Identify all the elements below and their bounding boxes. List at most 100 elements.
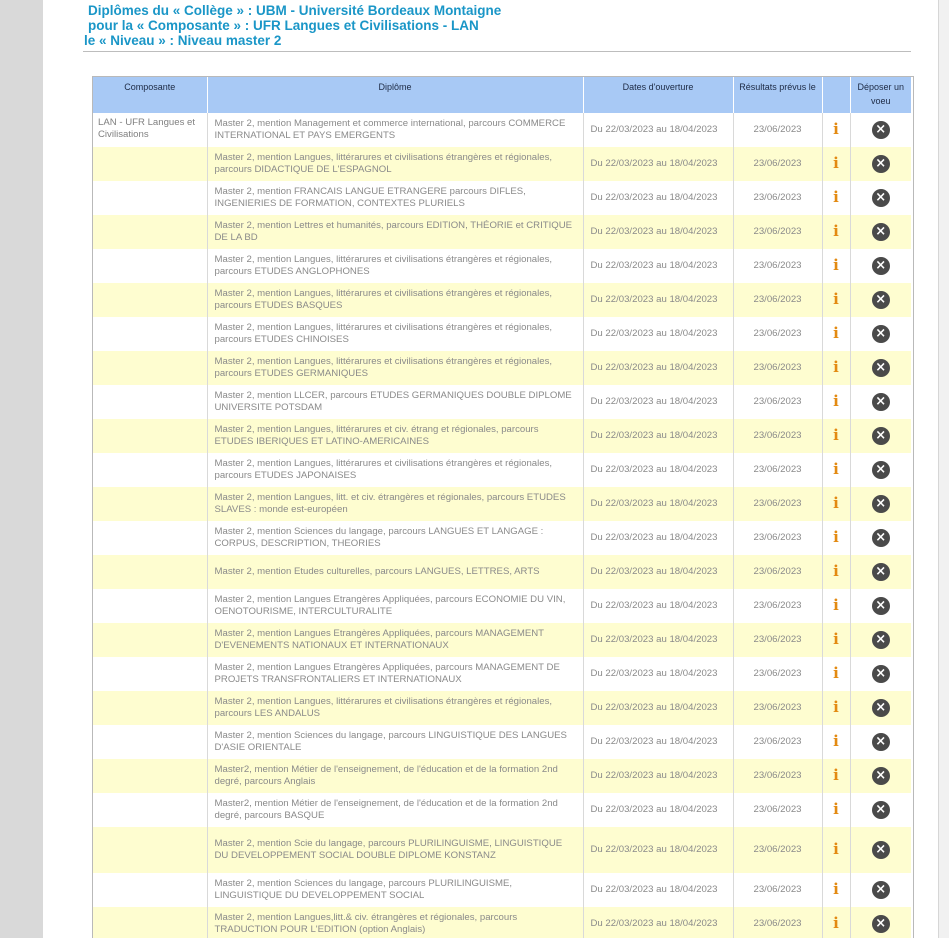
close-circle-icon[interactable]: × <box>871 393 890 411</box>
cell-composante <box>93 793 208 827</box>
info-icon[interactable]: i <box>833 326 839 341</box>
info-icon[interactable]: i <box>833 882 839 897</box>
cell-composante: LAN - UFR Langues et Civilisations <box>93 113 208 147</box>
info-icon[interactable]: i <box>833 632 839 647</box>
cell-resultats: 23/06/2023 <box>733 147 823 181</box>
info-icon[interactable]: i <box>833 428 839 443</box>
table-row: Master 2, mention Sciences du langage, p… <box>93 725 911 759</box>
cell-deposer: × <box>850 589 911 623</box>
cell-info: i <box>822 181 851 215</box>
close-circle-icon[interactable]: × <box>871 223 890 241</box>
cell-resultats: 23/06/2023 <box>733 691 823 725</box>
page-heading: Diplômes du « Collège » : UBM - Universi… <box>84 3 501 48</box>
info-icon[interactable]: i <box>833 916 839 931</box>
info-icon[interactable]: i <box>833 258 839 273</box>
close-circle-icon[interactable]: × <box>871 699 890 717</box>
close-circle-icon[interactable]: × <box>871 155 890 173</box>
cell-resultats: 23/06/2023 <box>733 385 823 419</box>
cell-diplome: Master 2, mention Langues, littérarures … <box>207 453 584 487</box>
info-icon[interactable]: i <box>833 530 839 545</box>
info-icon[interactable]: i <box>833 122 839 137</box>
info-icon[interactable]: i <box>833 190 839 205</box>
table-row: Master 2, mention Etudes culturelles, pa… <box>93 555 911 589</box>
cell-info: i <box>822 759 851 793</box>
table-row: Master 2, mention Langues,litt.& civ. ét… <box>93 907 911 938</box>
heading-niveau: le « Niveau » : Niveau master 2 <box>84 33 282 48</box>
cell-info: i <box>822 453 851 487</box>
close-circle-icon[interactable]: × <box>871 881 890 899</box>
cell-deposer: × <box>850 453 911 487</box>
cell-deposer: × <box>850 555 911 589</box>
cell-dates: Du 22/03/2023 au 18/04/2023 <box>583 385 734 419</box>
info-icon[interactable]: i <box>833 564 839 579</box>
close-circle-icon[interactable]: × <box>871 291 890 309</box>
close-circle-icon[interactable]: × <box>871 767 890 785</box>
close-circle-icon[interactable]: × <box>871 257 890 275</box>
divider <box>83 51 911 52</box>
info-icon[interactable]: i <box>833 842 839 857</box>
info-icon[interactable]: i <box>833 292 839 307</box>
info-icon[interactable]: i <box>833 666 839 681</box>
close-circle-icon[interactable]: × <box>871 189 890 207</box>
close-circle-icon[interactable]: × <box>871 915 890 933</box>
cell-resultats: 23/06/2023 <box>733 351 823 385</box>
cell-diplome: Master 2, mention Scie du langage, parco… <box>207 827 584 873</box>
info-icon[interactable]: i <box>833 360 839 375</box>
info-icon[interactable]: i <box>833 224 839 239</box>
cell-resultats: 23/06/2023 <box>733 419 823 453</box>
table-row: Master 2, mention Langues, littérarures … <box>93 453 911 487</box>
info-icon[interactable]: i <box>833 394 839 409</box>
cell-composante <box>93 147 208 181</box>
close-circle-icon[interactable]: × <box>871 597 890 615</box>
cell-resultats: 23/06/2023 <box>733 623 823 657</box>
close-circle-icon[interactable]: × <box>871 733 890 751</box>
info-icon[interactable]: i <box>833 496 839 511</box>
cell-resultats: 23/06/2023 <box>733 657 823 691</box>
header-resultats: Résultats prévus le <box>733 77 823 113</box>
close-circle-icon[interactable]: × <box>871 529 890 547</box>
cell-deposer: × <box>850 385 911 419</box>
close-circle-icon[interactable]: × <box>871 631 890 649</box>
close-circle-icon[interactable]: × <box>871 801 890 819</box>
cell-dates: Du 22/03/2023 au 18/04/2023 <box>583 453 734 487</box>
close-circle-icon[interactable]: × <box>871 427 890 445</box>
cell-deposer: × <box>850 113 911 147</box>
cell-info: i <box>822 215 851 249</box>
cell-dates: Du 22/03/2023 au 18/04/2023 <box>583 283 734 317</box>
table-row: Master 2, mention Sciences du langage, p… <box>93 873 911 907</box>
close-circle-icon[interactable]: × <box>871 665 890 683</box>
cell-diplome: Master2, mention Métier de l'enseignemen… <box>207 759 584 793</box>
info-icon[interactable]: i <box>833 462 839 477</box>
info-icon[interactable]: i <box>833 734 839 749</box>
close-circle-icon[interactable]: × <box>871 121 890 139</box>
scrollbar-track[interactable] <box>938 0 949 938</box>
info-icon[interactable]: i <box>833 768 839 783</box>
info-icon[interactable]: i <box>833 598 839 613</box>
cell-resultats: 23/06/2023 <box>733 907 823 938</box>
cell-info: i <box>822 725 851 759</box>
info-icon[interactable]: i <box>833 156 839 171</box>
close-circle-icon[interactable]: × <box>871 841 890 859</box>
cell-dates: Du 22/03/2023 au 18/04/2023 <box>583 249 734 283</box>
cell-diplome: Master 2, mention FRANCAIS LANGUE ETRANG… <box>207 181 584 215</box>
close-circle-icon[interactable]: × <box>871 563 890 581</box>
cell-deposer: × <box>850 487 911 521</box>
cell-composante <box>93 487 208 521</box>
page-content: Diplômes du « Collège » : UBM - Universi… <box>43 0 938 938</box>
cell-dates: Du 22/03/2023 au 18/04/2023 <box>583 623 734 657</box>
close-circle-icon[interactable]: × <box>871 325 890 343</box>
cell-diplome: Master 2, mention Sciences du langage, p… <box>207 725 584 759</box>
cell-dates: Du 22/03/2023 au 18/04/2023 <box>583 555 734 589</box>
cell-dates: Du 22/03/2023 au 18/04/2023 <box>583 351 734 385</box>
close-circle-icon[interactable]: × <box>871 359 890 377</box>
cell-resultats: 23/06/2023 <box>733 873 823 907</box>
cell-info: i <box>822 623 851 657</box>
cell-resultats: 23/06/2023 <box>733 589 823 623</box>
info-icon[interactable]: i <box>833 700 839 715</box>
close-circle-icon[interactable]: × <box>871 461 890 479</box>
header-diplome: Diplôme <box>207 77 584 113</box>
info-icon[interactable]: i <box>833 802 839 817</box>
cell-info: i <box>822 283 851 317</box>
cell-resultats: 23/06/2023 <box>733 725 823 759</box>
close-circle-icon[interactable]: × <box>871 495 890 513</box>
